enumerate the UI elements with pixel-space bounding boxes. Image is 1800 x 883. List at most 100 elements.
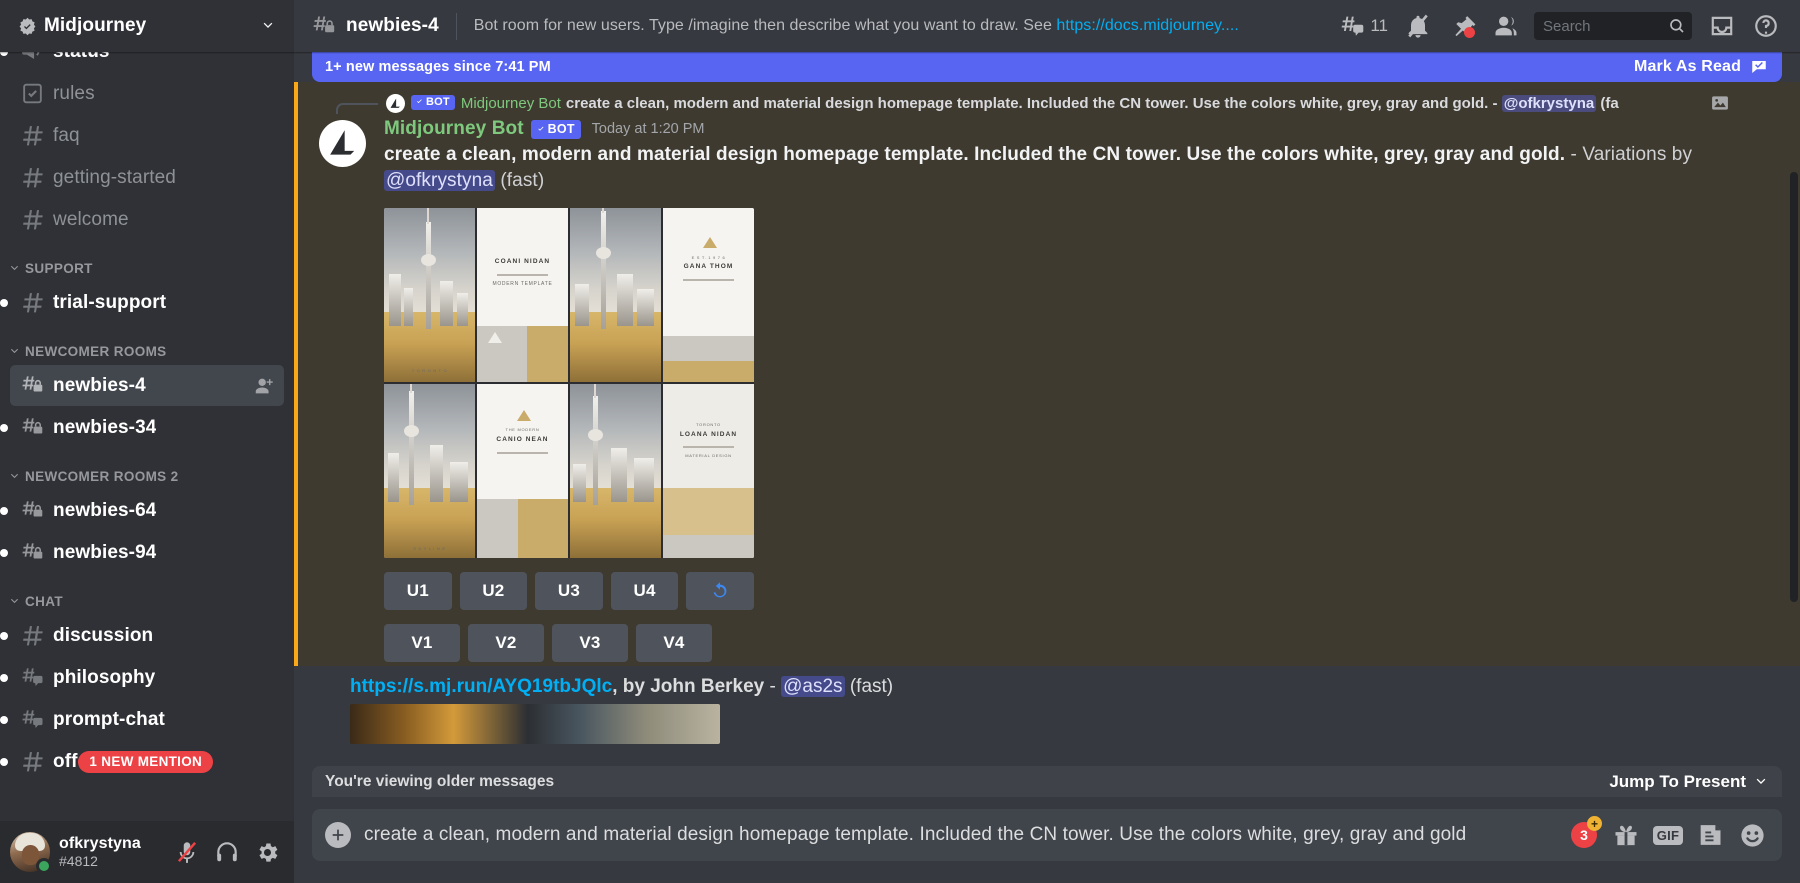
panel-rule <box>497 273 548 276</box>
pinned-messages-button[interactable] <box>1440 6 1484 46</box>
gift-icon <box>1612 821 1640 849</box>
logo-mark <box>517 409 532 421</box>
panel-headline: COANI NIDAN <box>494 258 551 266</box>
category-newcomer-rooms-2[interactable]: NEWCOMER ROOMS 2 <box>0 449 294 489</box>
message-mention[interactable]: @ofkrystyna <box>384 169 495 191</box>
sidebar-item-status[interactable]: status <box>0 52 284 72</box>
channel-list[interactable]: status rules faq <box>0 52 294 821</box>
upscale-u4-button[interactable]: U4 <box>610 571 679 610</box>
discord-app: Midjourney status rules <box>0 0 1800 883</box>
sidebar-item-label: newbies-34 <box>53 416 157 438</box>
toggle-deafen-button[interactable] <box>209 834 245 870</box>
mark-as-read-button[interactable]: Mark As Read <box>1634 58 1769 76</box>
reply-mention[interactable]: @ofkrystyna <box>1501 94 1597 112</box>
variation-v3-button[interactable]: V3 <box>552 623 628 662</box>
sidebar-item-rules[interactable]: rules <box>10 73 284 114</box>
user-identity[interactable]: ofkrystyna #4812 <box>59 835 141 869</box>
message-list[interactable]: BOT Midjourney Bot create a clean, moder… <box>294 52 1800 809</box>
category-support[interactable]: SUPPORT <box>0 241 294 281</box>
search-input[interactable]: Search <box>1534 12 1692 40</box>
generated-image[interactable]: T O R O N T O COANI NIDAN MODERN TEMPLAT… <box>384 207 754 662</box>
threads-button[interactable]: 11 <box>1331 6 1396 46</box>
member-list-button[interactable] <box>1484 6 1528 46</box>
sidebar-item-welcome[interactable]: welcome <box>10 199 284 240</box>
sidebar-item-newbies-4[interactable]: newbies-4 <box>10 365 284 406</box>
category-newcomer-rooms[interactable]: NEWCOMER ROOMS <box>0 324 294 364</box>
sidebar-item-discussion[interactable]: discussion <box>0 615 284 656</box>
avatar[interactable] <box>10 832 52 874</box>
grid-cell <box>570 207 661 382</box>
reply-reference[interactable]: BOT Midjourney Bot create a clean, moder… <box>294 90 1730 116</box>
next-message-speed: (fast) <box>844 675 894 697</box>
sidebar-item-newbies-94[interactable]: newbies-94 <box>0 532 284 573</box>
mj-run-link[interactable]: https://s.mj.run/AYQ19tbJQlc <box>350 676 612 697</box>
sticker-button[interactable] <box>1694 819 1726 851</box>
sidebar-item-newbies-64[interactable]: newbies-64 <box>0 490 284 531</box>
sidebar-item-label: welcome <box>53 208 129 230</box>
channel-topic-link[interactable]: https://docs.midjourney.... <box>1056 17 1238 34</box>
category-chat[interactable]: CHAT <box>0 574 294 614</box>
next-message-mention[interactable]: @as2s <box>781 675 845 697</box>
message-header: Midjourney Bot BOT Today at 1:20 PM <box>384 118 1730 140</box>
inbox-button[interactable] <box>1700 6 1744 46</box>
nitro-boost-button[interactable]: 3 + <box>1568 816 1602 851</box>
sidebar-item-faq[interactable]: faq <box>10 115 284 156</box>
message-input[interactable]: create a clean, modern and material desi… <box>364 824 1554 846</box>
message-scrollbar[interactable] <box>1790 172 1798 602</box>
upscale-u1-button[interactable]: U1 <box>384 571 452 610</box>
sidebar-item-getting-started[interactable]: getting-started <box>10 157 284 198</box>
message-composer[interactable]: create a clean, modern and material desi… <box>312 809 1782 861</box>
emoji-button[interactable] <box>1736 819 1768 851</box>
new-messages-bar[interactable]: 1+ new messages since 7:41 PM Mark As Re… <box>312 52 1782 82</box>
toggle-mute-button[interactable] <box>169 834 205 870</box>
cn-tower <box>420 207 436 330</box>
notification-settings-button[interactable] <box>1396 6 1440 46</box>
upscale-u3-button[interactable]: U3 <box>535 571 603 610</box>
gift-button[interactable] <box>1610 819 1642 851</box>
variation-v2-button[interactable]: V2 <box>468 623 544 662</box>
reroll-button[interactable] <box>686 571 754 610</box>
variation-v1-button[interactable]: V1 <box>384 623 460 662</box>
add-member-icon[interactable] <box>253 375 275 397</box>
member-list-icon <box>1492 12 1520 40</box>
gear-icon <box>255 840 280 865</box>
chevron-down-icon[interactable] <box>260 18 276 34</box>
status-badge <box>36 858 52 874</box>
user-settings-button[interactable] <box>249 834 285 870</box>
threads-count: 11 <box>1370 16 1388 35</box>
emoji-icon <box>1738 821 1767 850</box>
gif-button[interactable]: GIF <box>1652 819 1684 851</box>
category-label: SUPPORT <box>25 261 93 276</box>
header-actions: 11 Search <box>1331 6 1788 46</box>
private-thread-channel-icon <box>20 415 45 440</box>
building <box>637 289 654 326</box>
image-grid[interactable]: T O R O N T O COANI NIDAN MODERN TEMPLAT… <box>384 207 754 558</box>
variation-v4-button[interactable]: V4 <box>636 623 712 662</box>
logo-mark <box>703 237 718 249</box>
sidebar-item-off-topic[interactable]: off-t 1 NEW MENTION <box>0 741 284 782</box>
thread-channel-icon <box>20 707 45 732</box>
message-author[interactable]: Midjourney Bot <box>384 118 524 140</box>
jump-to-present-button[interactable]: Jump To Present <box>1609 772 1769 792</box>
message-variations-label: - Variations by <box>1565 144 1693 165</box>
next-message-image[interactable] <box>350 703 720 744</box>
avatar[interactable] <box>319 120 366 167</box>
card-grey-block <box>477 498 518 558</box>
channel-header: newbies-4 Bot room for new users. Type /… <box>294 0 1800 52</box>
message-speed: (fast) <box>494 169 545 191</box>
help-button[interactable] <box>1744 6 1788 46</box>
sidebar-item-newbies-34[interactable]: newbies-34 <box>0 407 284 448</box>
panel-eyebrow: E S T. 1 9 7 6 <box>691 254 726 260</box>
sidebar-item-prompt-chat[interactable]: prompt-chat <box>0 699 284 740</box>
page-title: newbies-4 <box>346 15 439 36</box>
sidebar-item-philosophy[interactable]: philosophy <box>0 657 284 698</box>
building <box>610 448 628 502</box>
panel-sub: MODERN TEMPLATE <box>492 280 553 287</box>
server-header[interactable]: Midjourney <box>0 0 294 52</box>
upscale-u2-button[interactable]: U2 <box>459 571 528 610</box>
reply-author[interactable]: Midjourney Bot <box>461 95 561 112</box>
sidebar-item-label: discussion <box>53 624 154 646</box>
sidebar-item-trial-support[interactable]: trial-support <box>0 282 284 323</box>
add-attachment-button[interactable] <box>312 809 364 861</box>
username: ofkrystyna <box>59 834 141 852</box>
